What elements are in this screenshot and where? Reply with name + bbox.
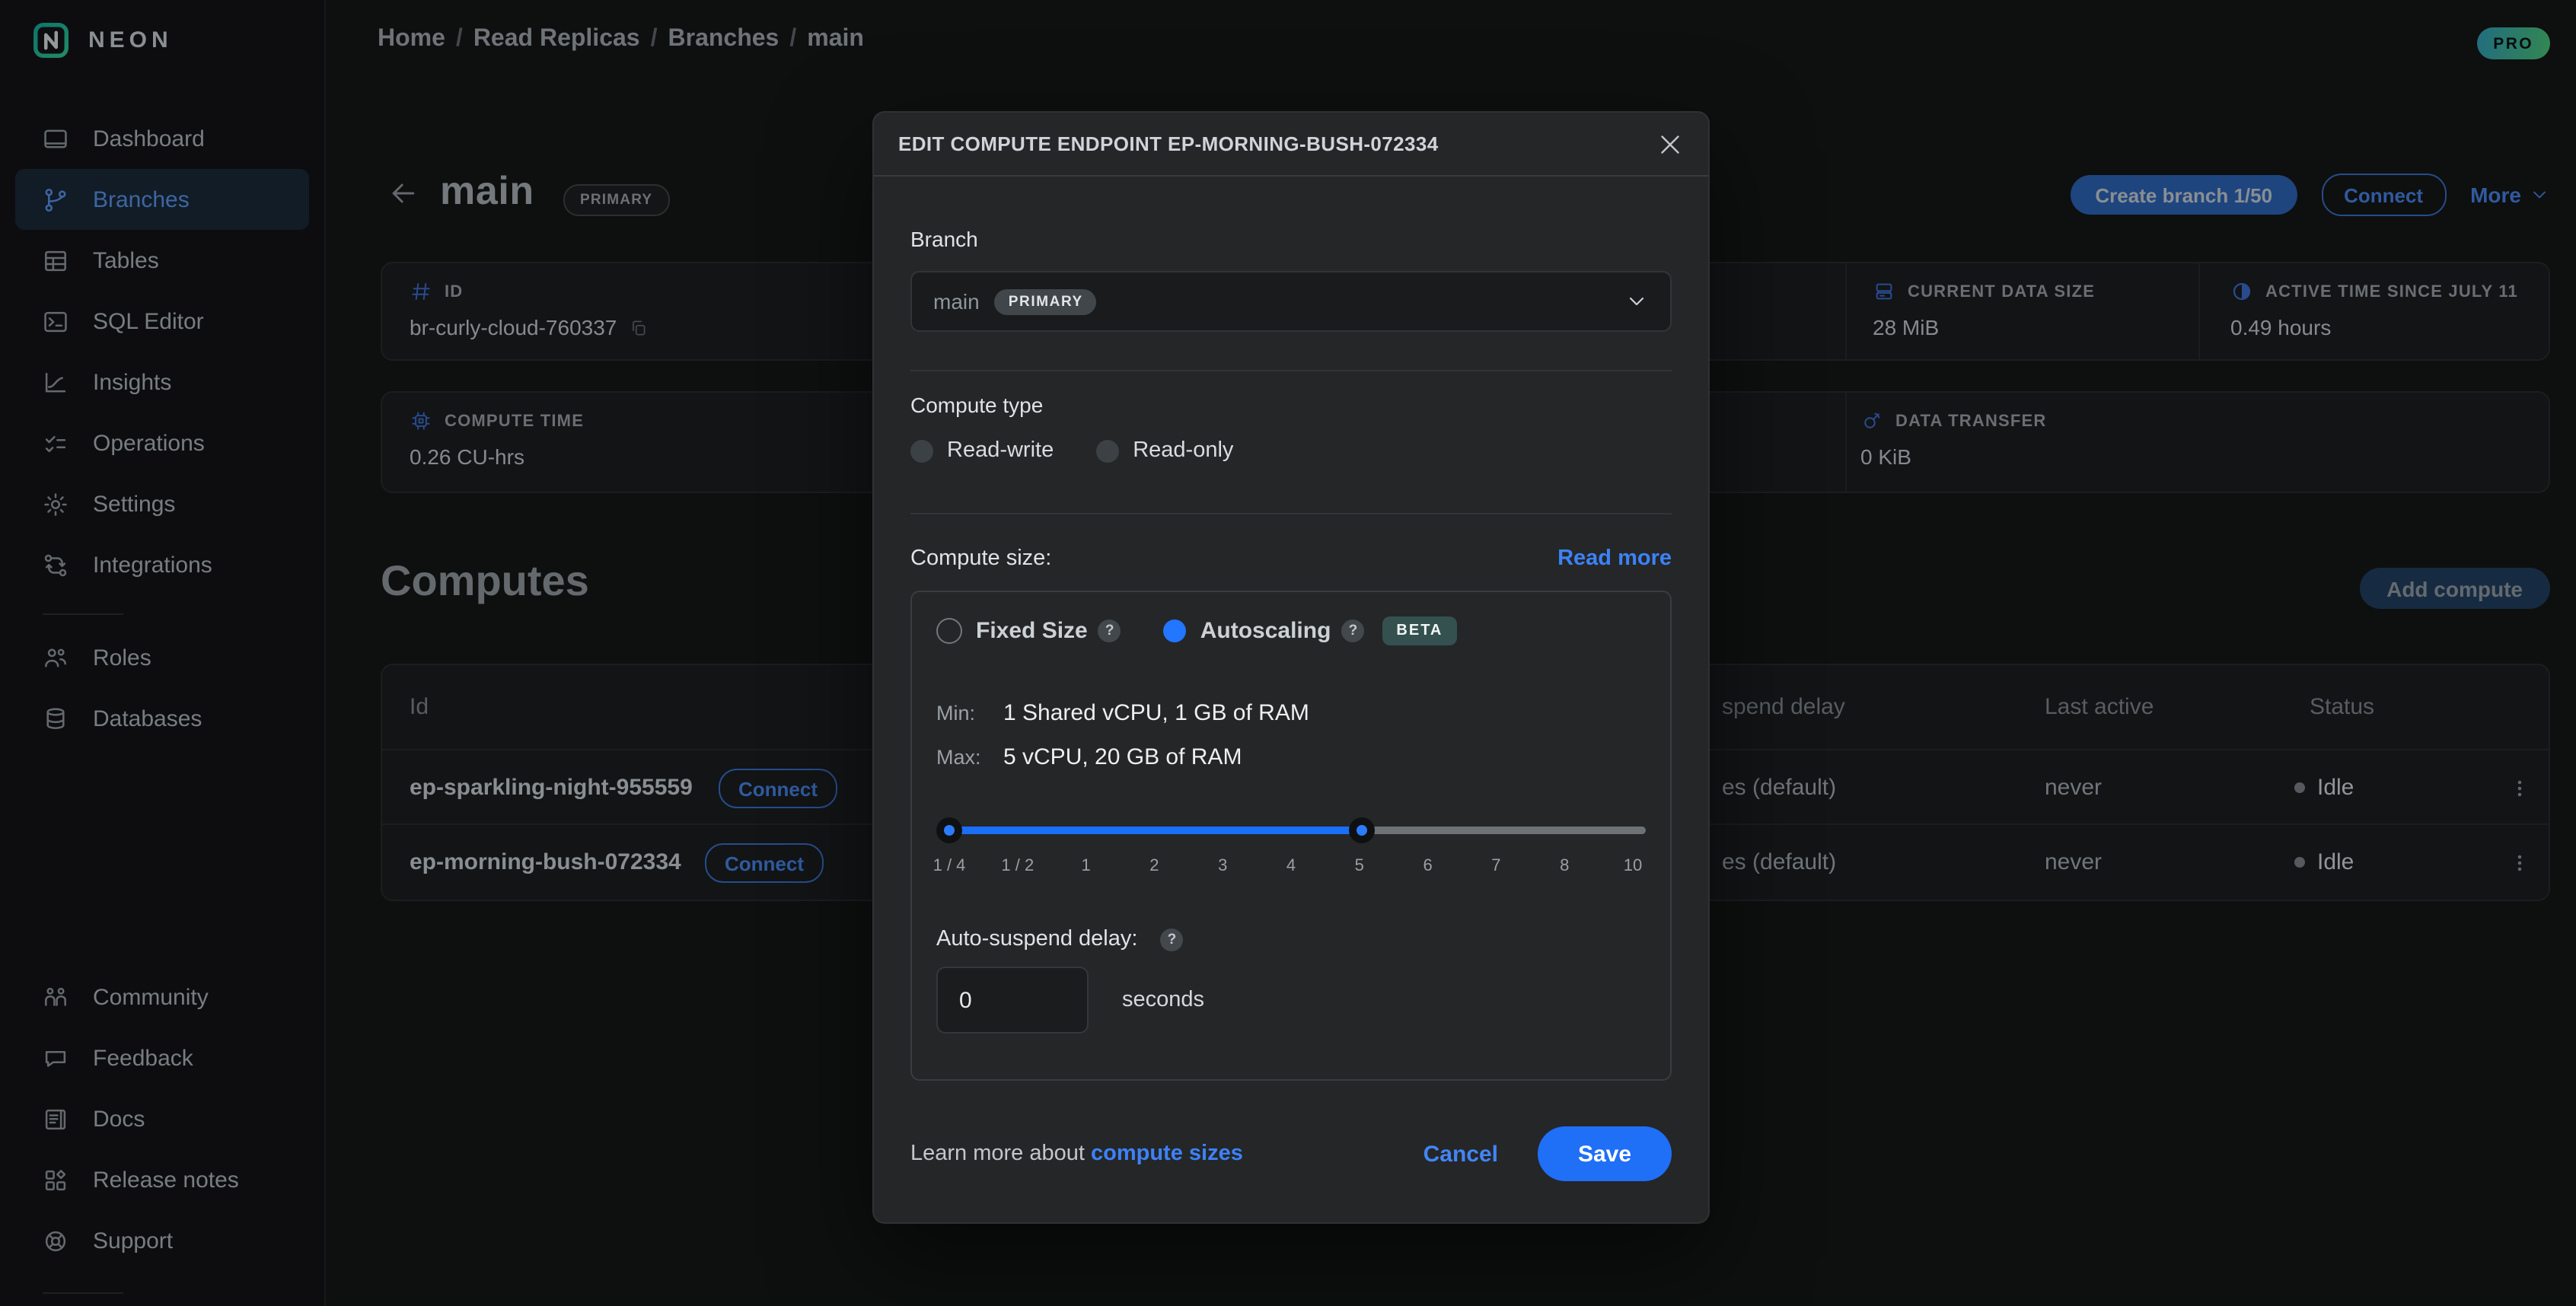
learn-more-prefix: Learn more about — [910, 1142, 1091, 1166]
branch-select-value: main — [933, 289, 980, 314]
compute-size-label: Compute size: — [910, 546, 1051, 571]
slider-ticks: 1 / 4 1 / 2 1 2 3 4 5 6 7 8 10 — [936, 857, 1646, 877]
sizing-mode-options: Fixed Size ? Autoscaling ? BETA — [936, 616, 1646, 645]
cancel-button[interactable]: Cancel — [1423, 1141, 1498, 1167]
modal-title: EDIT COMPUTE ENDPOINT EP-MORNING-BUSH-07… — [898, 132, 1439, 155]
compute-type-options: Read-write Read-only — [910, 438, 1672, 463]
compute-type-label: Compute type — [910, 393, 1672, 417]
slider-tick: 6 — [1423, 857, 1432, 875]
auto-suspend-label-row: Auto-suspend delay: ? — [936, 927, 1646, 951]
auto-suspend-unit: seconds — [1122, 988, 1204, 1012]
divider — [910, 370, 1672, 371]
help-icon[interactable]: ? — [1160, 928, 1183, 951]
slider-tick: 5 — [1355, 857, 1364, 875]
help-icon[interactable]: ? — [1341, 620, 1364, 642]
chevron-down-icon — [1624, 289, 1649, 314]
modal-body: Branch main PRIMARY Compute type Read-wr… — [874, 227, 1708, 1181]
max-size-row: Max: 5 vCPU, 20 GB of RAM — [936, 744, 1646, 770]
divider — [910, 513, 1672, 514]
close-icon[interactable] — [1656, 130, 1684, 158]
radio-read-only[interactable]: Read-only — [1096, 438, 1233, 463]
slider-tick: 4 — [1286, 857, 1296, 875]
app: NEON Dashboard Branches Tables SQL Edito… — [0, 0, 2576, 1306]
min-value: 1 Shared vCPU, 1 GB of RAM — [1003, 700, 1309, 726]
radio-autoscaling[interactable] — [1164, 620, 1187, 642]
auto-suspend-label: Auto-suspend delay: — [936, 927, 1137, 951]
primary-badge: PRIMARY — [995, 288, 1097, 314]
slider-min-handle[interactable] — [936, 817, 962, 843]
slider-tick: 8 — [1560, 857, 1569, 875]
radio-fixed-size[interactable] — [936, 618, 962, 644]
slider-tick: 2 — [1149, 857, 1159, 875]
read-more-link[interactable]: Read more — [1557, 546, 1672, 571]
save-button[interactable]: Save — [1538, 1126, 1672, 1181]
slider-fill — [936, 827, 1362, 834]
compute-size-slider[interactable] — [936, 817, 1646, 843]
auto-suspend-input[interactable]: 0 — [936, 967, 1089, 1034]
beta-badge: BETA — [1382, 616, 1456, 645]
radio-label: Read-only — [1133, 438, 1233, 463]
max-value: 5 vCPU, 20 GB of RAM — [1003, 744, 1242, 770]
modal-footer: Learn more about compute sizes Cancel Sa… — [910, 1126, 1672, 1181]
slider-tick: 1 / 4 — [933, 857, 966, 875]
branch-label: Branch — [910, 227, 1672, 251]
slider-tick: 7 — [1491, 857, 1500, 875]
fixed-size-label: Fixed Size — [976, 618, 1088, 644]
compute-size-row: Compute size: Read more — [910, 546, 1672, 571]
edit-compute-endpoint-modal: EDIT COMPUTE ENDPOINT EP-MORNING-BUSH-07… — [872, 111, 1710, 1224]
branch-select[interactable]: main PRIMARY — [910, 271, 1672, 332]
slider-tick: 10 — [1624, 857, 1643, 875]
radio-icon — [910, 439, 933, 462]
slider-tick: 3 — [1218, 857, 1227, 875]
min-label: Min: — [936, 702, 1003, 725]
modal-header: EDIT COMPUTE ENDPOINT EP-MORNING-BUSH-07… — [874, 113, 1708, 177]
slider-tick: 1 / 2 — [1001, 857, 1034, 875]
slider-max-handle[interactable] — [1349, 817, 1375, 843]
max-label: Max: — [936, 746, 1003, 769]
radio-read-write[interactable]: Read-write — [910, 438, 1054, 463]
help-icon[interactable]: ? — [1098, 620, 1121, 642]
auto-suspend-input-row: 0 seconds — [936, 967, 1646, 1034]
slider-tick: 1 — [1081, 857, 1090, 875]
compute-sizes-link[interactable]: compute sizes — [1091, 1142, 1243, 1166]
autoscaling-label: Autoscaling — [1200, 618, 1331, 644]
radio-icon — [1096, 439, 1119, 462]
radio-label: Read-write — [947, 438, 1054, 463]
learn-more-text: Learn more about compute sizes — [910, 1142, 1243, 1166]
min-size-row: Min: 1 Shared vCPU, 1 GB of RAM — [936, 700, 1646, 726]
compute-size-fieldset: Fixed Size ? Autoscaling ? BETA Min: 1 S… — [910, 591, 1672, 1081]
